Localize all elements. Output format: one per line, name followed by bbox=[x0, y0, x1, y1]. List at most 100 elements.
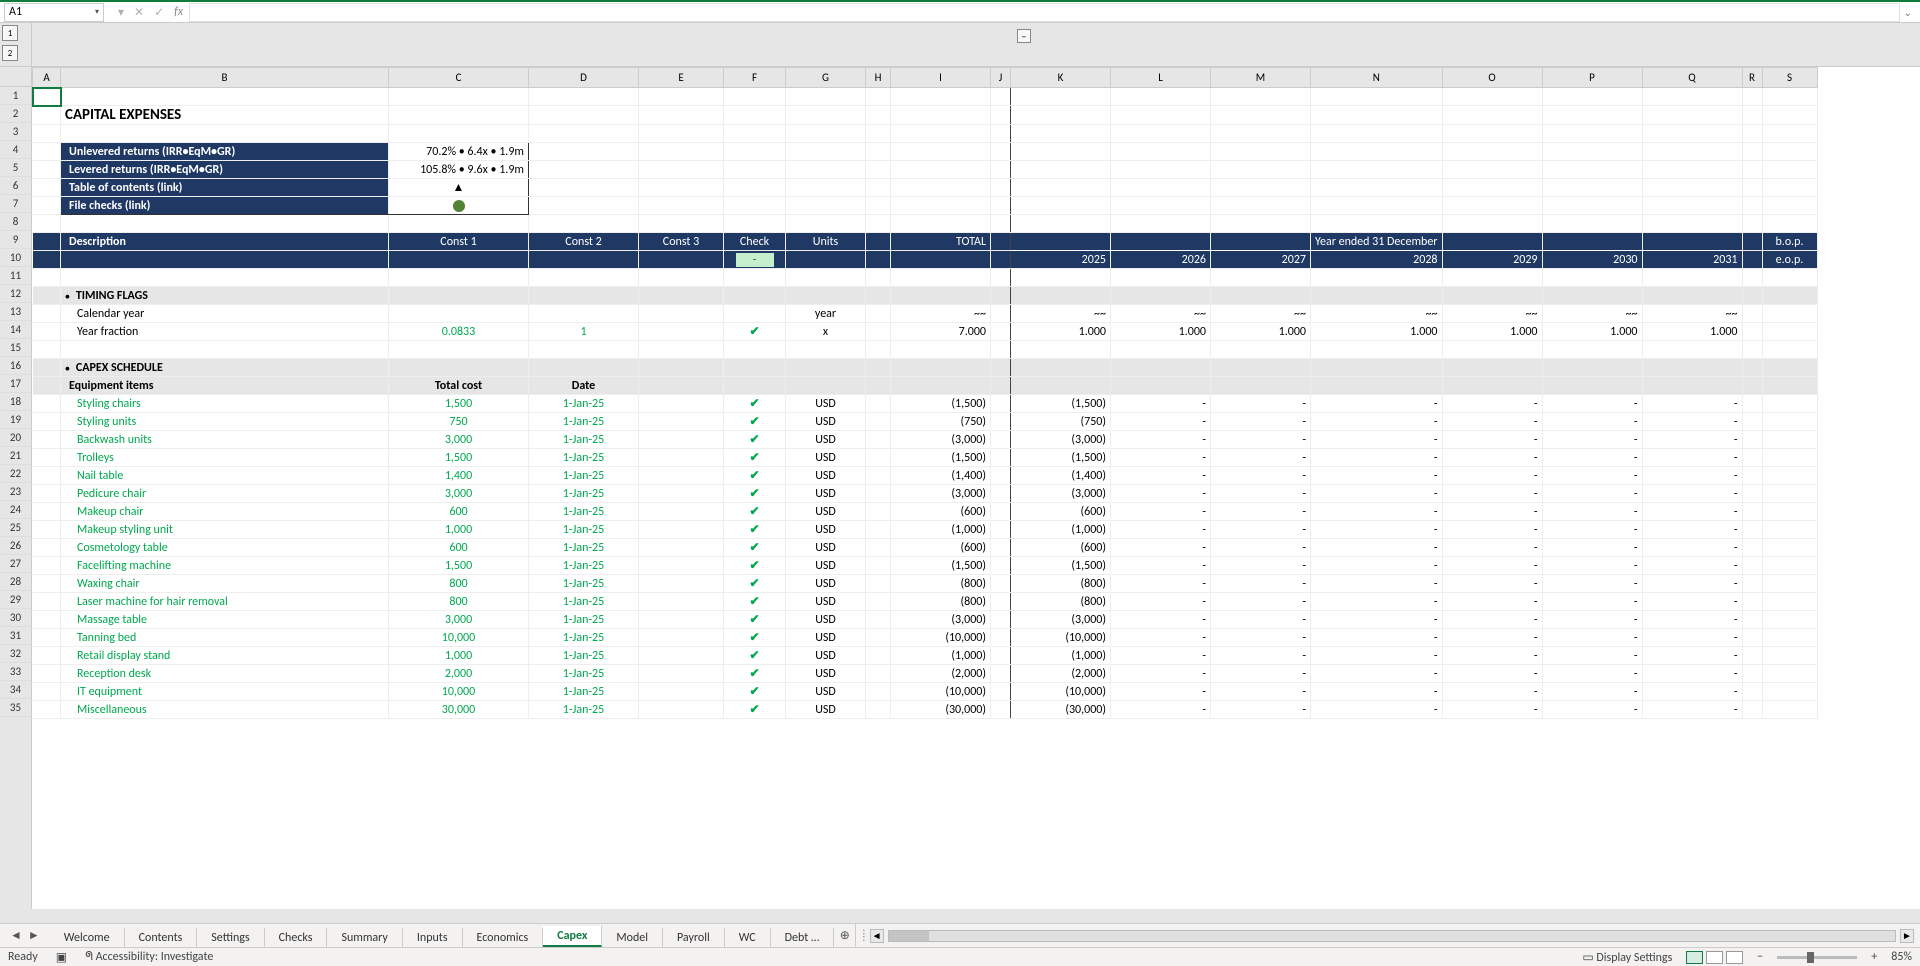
cell[interactable]: 750 bbox=[389, 413, 529, 431]
cell[interactable]: Const 1 bbox=[389, 233, 529, 251]
grid-table[interactable]: ABCDEFGHIJKLMNOPQRSCAPITAL EXPENSESUnlev… bbox=[32, 67, 1818, 719]
cell[interactable]: Const 3 bbox=[639, 233, 724, 251]
cell[interactable]: year bbox=[786, 305, 866, 323]
cell[interactable] bbox=[1742, 503, 1762, 521]
cell[interactable] bbox=[991, 431, 1011, 449]
cell[interactable] bbox=[33, 377, 61, 395]
cell[interactable]: - bbox=[1442, 629, 1542, 647]
cell[interactable] bbox=[891, 143, 991, 161]
cell[interactable] bbox=[991, 88, 1011, 106]
name-box[interactable]: A1 ▾ bbox=[4, 3, 104, 22]
cell[interactable] bbox=[1442, 161, 1542, 179]
cell[interactable] bbox=[724, 341, 786, 359]
cell[interactable] bbox=[891, 125, 991, 143]
cell[interactable] bbox=[1762, 323, 1817, 341]
cell[interactable]: - bbox=[1542, 665, 1642, 683]
cell[interactable]: USD bbox=[786, 557, 866, 575]
cell[interactable]: USD bbox=[786, 449, 866, 467]
cell[interactable]: USD bbox=[786, 575, 866, 593]
cell[interactable] bbox=[1742, 323, 1762, 341]
cell[interactable] bbox=[1762, 701, 1817, 719]
cell[interactable]: Makeup chair bbox=[61, 503, 389, 521]
cell[interactable] bbox=[991, 485, 1011, 503]
cell[interactable] bbox=[1542, 125, 1642, 143]
cell[interactable]: (1,000) bbox=[1011, 521, 1111, 539]
row-header[interactable]: 13 bbox=[0, 303, 31, 321]
cell[interactable]: 1-Jan-25 bbox=[529, 647, 639, 665]
cell[interactable] bbox=[33, 431, 61, 449]
cell[interactable] bbox=[1742, 413, 1762, 431]
cell[interactable]: 1-Jan-25 bbox=[529, 521, 639, 539]
cell[interactable] bbox=[891, 341, 991, 359]
cell[interactable]: (30,000) bbox=[891, 701, 991, 719]
cell[interactable] bbox=[1642, 233, 1742, 251]
cell[interactable]: 1-Jan-25 bbox=[529, 557, 639, 575]
sheet-tab-wc[interactable]: WC bbox=[725, 928, 771, 947]
cell[interactable] bbox=[891, 377, 991, 395]
sheet-tab-inputs[interactable]: Inputs bbox=[403, 928, 463, 947]
cell[interactable]: - bbox=[1211, 611, 1311, 629]
cell[interactable]: - bbox=[1111, 539, 1211, 557]
cell[interactable]: - bbox=[1642, 467, 1742, 485]
cell[interactable] bbox=[61, 251, 389, 269]
cell[interactable] bbox=[639, 539, 724, 557]
cell[interactable]: (10,000) bbox=[1011, 683, 1111, 701]
cell[interactable]: USD bbox=[786, 521, 866, 539]
cell[interactable] bbox=[1762, 88, 1817, 106]
cell[interactable]: ✔ bbox=[724, 647, 786, 665]
cell[interactable]: - bbox=[1542, 683, 1642, 701]
cell[interactable] bbox=[786, 125, 866, 143]
cell[interactable] bbox=[61, 341, 389, 359]
cell[interactable] bbox=[389, 341, 529, 359]
cell[interactable]: - bbox=[1442, 665, 1542, 683]
cell[interactable] bbox=[33, 629, 61, 647]
cell[interactable] bbox=[991, 251, 1011, 269]
cell[interactable]: ~~ bbox=[1111, 305, 1211, 323]
cell[interactable]: 105.8% • 9.6x • 1.9m bbox=[389, 161, 529, 179]
cell[interactable] bbox=[1011, 106, 1111, 125]
cell[interactable] bbox=[33, 647, 61, 665]
cell[interactable] bbox=[1742, 179, 1762, 197]
cell[interactable] bbox=[1542, 269, 1642, 287]
cell[interactable]: 1.000 bbox=[1442, 323, 1542, 341]
cell[interactable]: ✔ bbox=[724, 665, 786, 683]
cell[interactable]: (3,000) bbox=[1011, 431, 1111, 449]
spreadsheet-sheet[interactable]: ABCDEFGHIJKLMNOPQRSCAPITAL EXPENSESUnlev… bbox=[32, 67, 1920, 909]
cell[interactable]: - bbox=[1542, 647, 1642, 665]
row-header[interactable]: 3 bbox=[0, 123, 31, 141]
cell[interactable] bbox=[1311, 269, 1443, 287]
cell[interactable]: - bbox=[1111, 395, 1211, 413]
row-header[interactable]: 20 bbox=[0, 429, 31, 447]
cell[interactable] bbox=[639, 125, 724, 143]
cell[interactable]: - bbox=[1542, 575, 1642, 593]
col-header[interactable]: R bbox=[1742, 68, 1762, 88]
cell[interactable] bbox=[1311, 161, 1443, 179]
cell[interactable]: Trolleys bbox=[61, 449, 389, 467]
cell[interactable]: - bbox=[1111, 575, 1211, 593]
cell[interactable] bbox=[639, 269, 724, 287]
row-header[interactable]: 8 bbox=[0, 213, 31, 231]
cell[interactable]: - bbox=[1542, 467, 1642, 485]
cell[interactable]: 3,000 bbox=[389, 431, 529, 449]
cell[interactable]: x bbox=[786, 323, 866, 341]
cell[interactable]: - bbox=[1111, 413, 1211, 431]
cell[interactable] bbox=[786, 377, 866, 395]
cell[interactable] bbox=[891, 251, 991, 269]
cell[interactable] bbox=[61, 215, 389, 233]
cell[interactable] bbox=[33, 215, 61, 233]
sheet-tab-summary[interactable]: Summary bbox=[327, 928, 402, 947]
cell[interactable] bbox=[639, 593, 724, 611]
cell[interactable] bbox=[1742, 467, 1762, 485]
cell[interactable] bbox=[1011, 215, 1111, 233]
cell[interactable]: - bbox=[1442, 503, 1542, 521]
cell[interactable] bbox=[1742, 647, 1762, 665]
cell[interactable]: 1-Jan-25 bbox=[529, 449, 639, 467]
cell[interactable] bbox=[1762, 575, 1817, 593]
cell[interactable] bbox=[1111, 233, 1211, 251]
cell[interactable] bbox=[1011, 143, 1111, 161]
cell[interactable] bbox=[991, 179, 1011, 197]
cell[interactable] bbox=[1762, 521, 1817, 539]
cell[interactable] bbox=[1011, 341, 1111, 359]
cell[interactable] bbox=[724, 377, 786, 395]
cell[interactable] bbox=[724, 88, 786, 106]
